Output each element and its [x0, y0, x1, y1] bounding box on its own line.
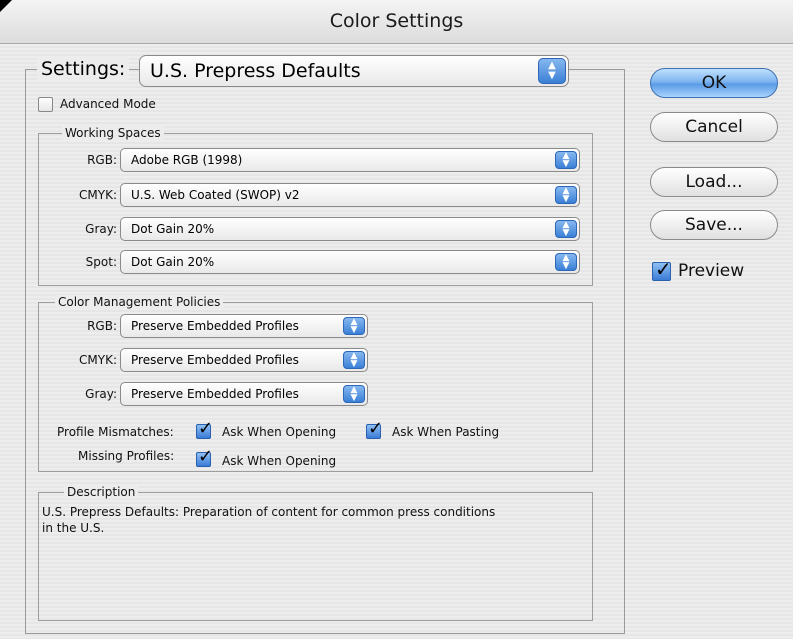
- ok-button[interactable]: OK: [650, 68, 778, 98]
- profile-mismatches-label: Profile Mismatches:: [57, 425, 174, 439]
- popup-arrows-icon: ▲ ▼: [555, 253, 577, 271]
- ws-spot-popup[interactable]: Dot Gain 20% ▲ ▼: [120, 250, 580, 274]
- settings-popup[interactable]: U.S. Prepress Defaults ▲ ▼: [139, 55, 569, 87]
- mismatch-pasting-checkbox[interactable]: ✓: [366, 418, 383, 439]
- ws-spot-label: Spot:: [85, 255, 117, 269]
- cmp-cmyk-value: Preserve Embedded Profiles: [131, 353, 299, 367]
- ws-rgb-popup[interactable]: Adobe RGB (1998) ▲ ▼: [120, 148, 580, 172]
- ws-cmyk-popup[interactable]: U.S. Web Coated (SWOP) v2 ▲ ▼: [120, 183, 580, 207]
- cancel-button[interactable]: Cancel: [650, 112, 778, 142]
- description-line-2: in the U.S.: [42, 521, 105, 535]
- advanced-mode-checkbox[interactable]: [38, 97, 53, 112]
- settings-value: U.S. Prepress Defaults: [150, 60, 361, 82]
- title-bar[interactable]: Color Settings: [0, 0, 793, 44]
- description-line-1: U.S. Prepress Defaults: Preparation of c…: [42, 505, 496, 519]
- cmp-gray-popup[interactable]: Preserve Embedded Profiles ▲ ▼: [120, 382, 368, 406]
- ws-rgb-value: Adobe RGB (1998): [131, 153, 243, 167]
- ws-spot-value: Dot Gain 20%: [131, 255, 215, 269]
- popup-arrows-icon: ▲ ▼: [343, 317, 365, 335]
- window-title: Color Settings: [329, 10, 464, 32]
- checkmark-icon: ✓: [198, 418, 214, 439]
- cmp-gray-value: Preserve Embedded Profiles: [131, 387, 299, 401]
- cmp-cmyk-label: CMYK:: [79, 353, 117, 367]
- advanced-mode-label: Advanced Mode: [60, 97, 156, 111]
- ws-rgb-label: RGB:: [87, 153, 117, 167]
- checkmark-icon: ✓: [368, 418, 384, 439]
- ws-gray-label: Gray:: [85, 222, 117, 236]
- checkmark-icon: ✓: [198, 446, 214, 467]
- popup-arrows-icon: ▲ ▼: [555, 151, 577, 169]
- popup-arrows-icon: ▲ ▼: [555, 186, 577, 204]
- working-spaces-title: Working Spaces: [62, 126, 164, 140]
- preview-label: Preview: [678, 261, 745, 281]
- popup-arrows-icon: ▲ ▼: [555, 220, 577, 238]
- missing-opening-label: Ask When Opening: [222, 454, 337, 468]
- settings-label: Settings:: [37, 58, 130, 80]
- mismatch-pasting-label: Ask When Pasting: [392, 425, 500, 439]
- policies-title: Color Management Policies: [55, 295, 224, 309]
- cmp-rgb-label: RGB:: [87, 319, 117, 333]
- mismatch-opening-checkbox[interactable]: ✓: [196, 418, 213, 439]
- preview-checkbox[interactable]: ✓: [652, 258, 672, 281]
- mismatch-opening-label: Ask When Opening: [222, 425, 337, 439]
- checkmark-icon: ✓: [655, 257, 672, 281]
- popup-arrows-icon: ▲ ▼: [538, 58, 566, 84]
- ws-gray-popup[interactable]: Dot Gain 20% ▲ ▼: [120, 217, 580, 241]
- popup-arrows-icon: ▲ ▼: [343, 351, 365, 369]
- description-title: Description: [64, 485, 139, 499]
- save-button[interactable]: Save...: [650, 210, 778, 240]
- cmp-cmyk-popup[interactable]: Preserve Embedded Profiles ▲ ▼: [120, 348, 368, 372]
- cmp-rgb-popup[interactable]: Preserve Embedded Profiles ▲ ▼: [120, 314, 368, 338]
- ws-cmyk-label: CMYK:: [79, 188, 117, 202]
- color-settings-window: Color Settings Settings: U.S. Prepress D…: [0, 0, 793, 639]
- ws-cmyk-value: U.S. Web Coated (SWOP) v2: [131, 188, 300, 202]
- cmp-rgb-value: Preserve Embedded Profiles: [131, 319, 299, 333]
- load-button[interactable]: Load...: [650, 167, 778, 197]
- missing-profiles-label: Missing Profiles:: [78, 449, 175, 463]
- cmp-gray-label: Gray:: [85, 387, 117, 401]
- popup-arrows-icon: ▲ ▼: [343, 385, 365, 403]
- missing-opening-checkbox[interactable]: ✓: [196, 446, 213, 467]
- ws-gray-value: Dot Gain 20%: [131, 222, 215, 236]
